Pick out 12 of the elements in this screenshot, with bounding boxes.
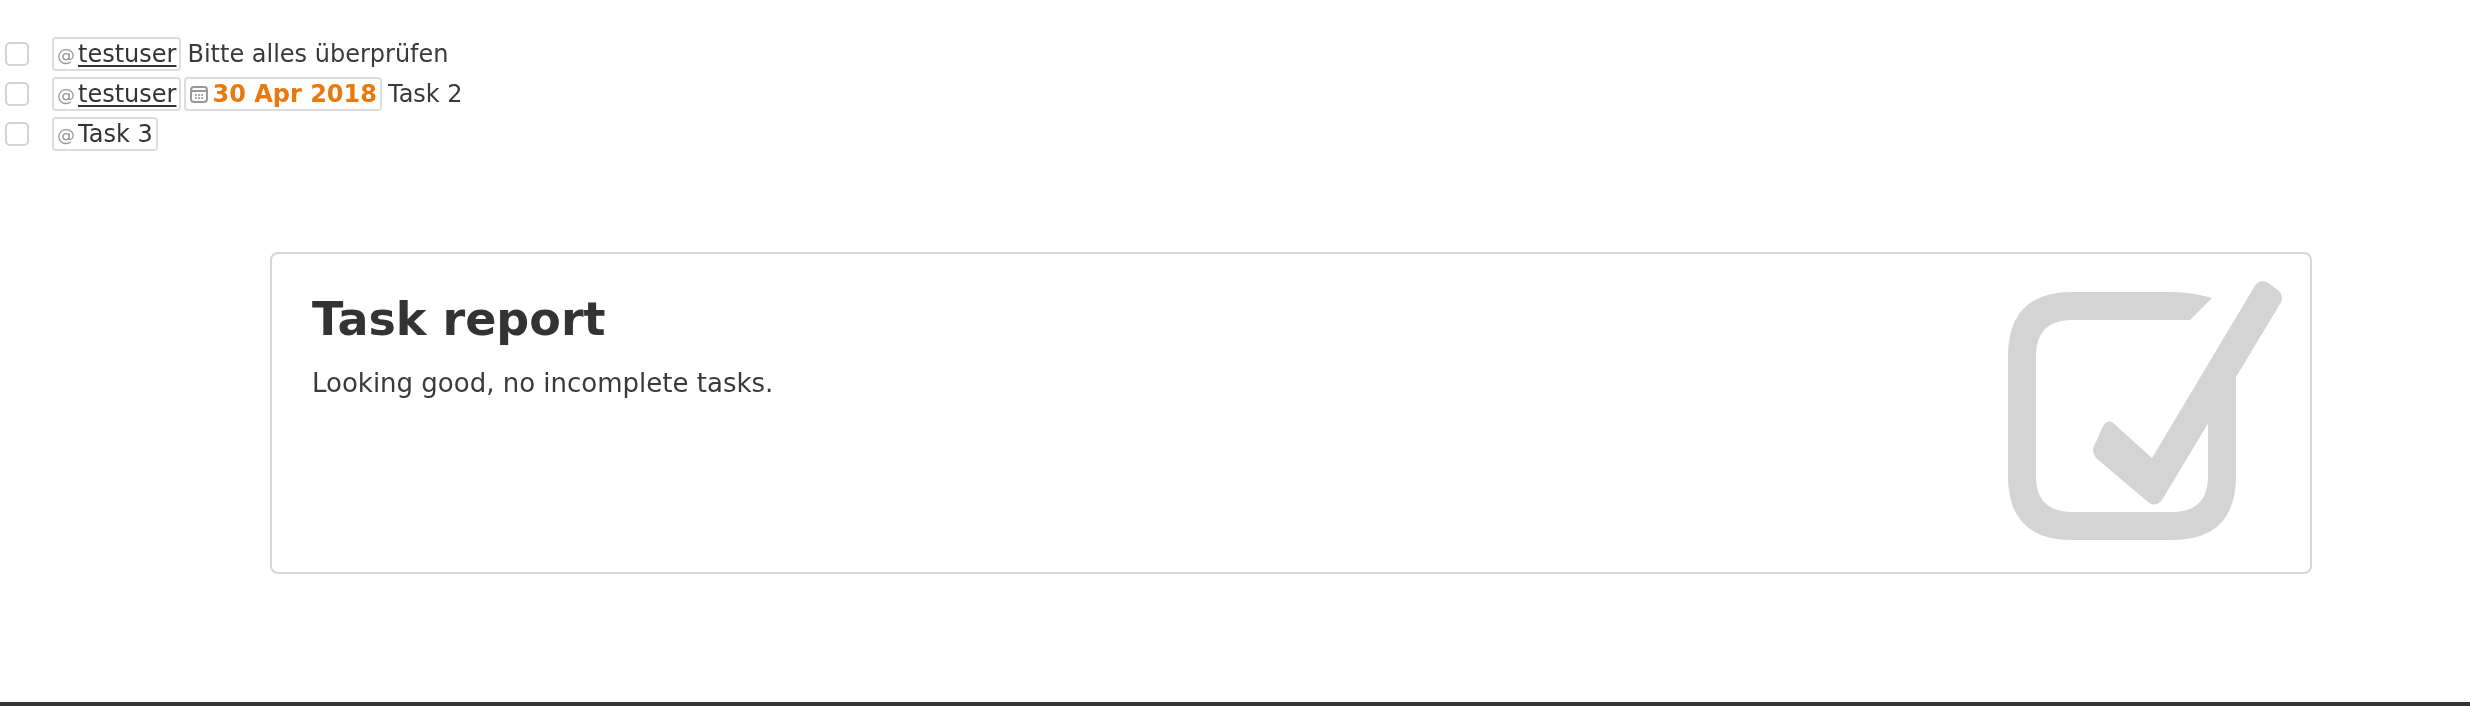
user-mention[interactable]: @testuser <box>52 37 182 71</box>
report-title: Task report <box>312 292 607 346</box>
task-text: Bitte alles überprüfen <box>187 40 449 68</box>
report-message: Looking good, no incomplete tasks. <box>312 368 774 398</box>
task-checkbox[interactable] <box>5 82 29 106</box>
calendar-icon <box>189 84 210 104</box>
task-text: Task 2 <box>387 80 463 108</box>
due-date: 30 Apr 2018 <box>184 77 382 111</box>
task-tag: @Task 3 <box>52 117 158 151</box>
user-mention[interactable]: @testuser <box>52 77 182 111</box>
task-checkbox[interactable] <box>5 122 29 146</box>
task-checkbox[interactable] <box>5 42 29 66</box>
